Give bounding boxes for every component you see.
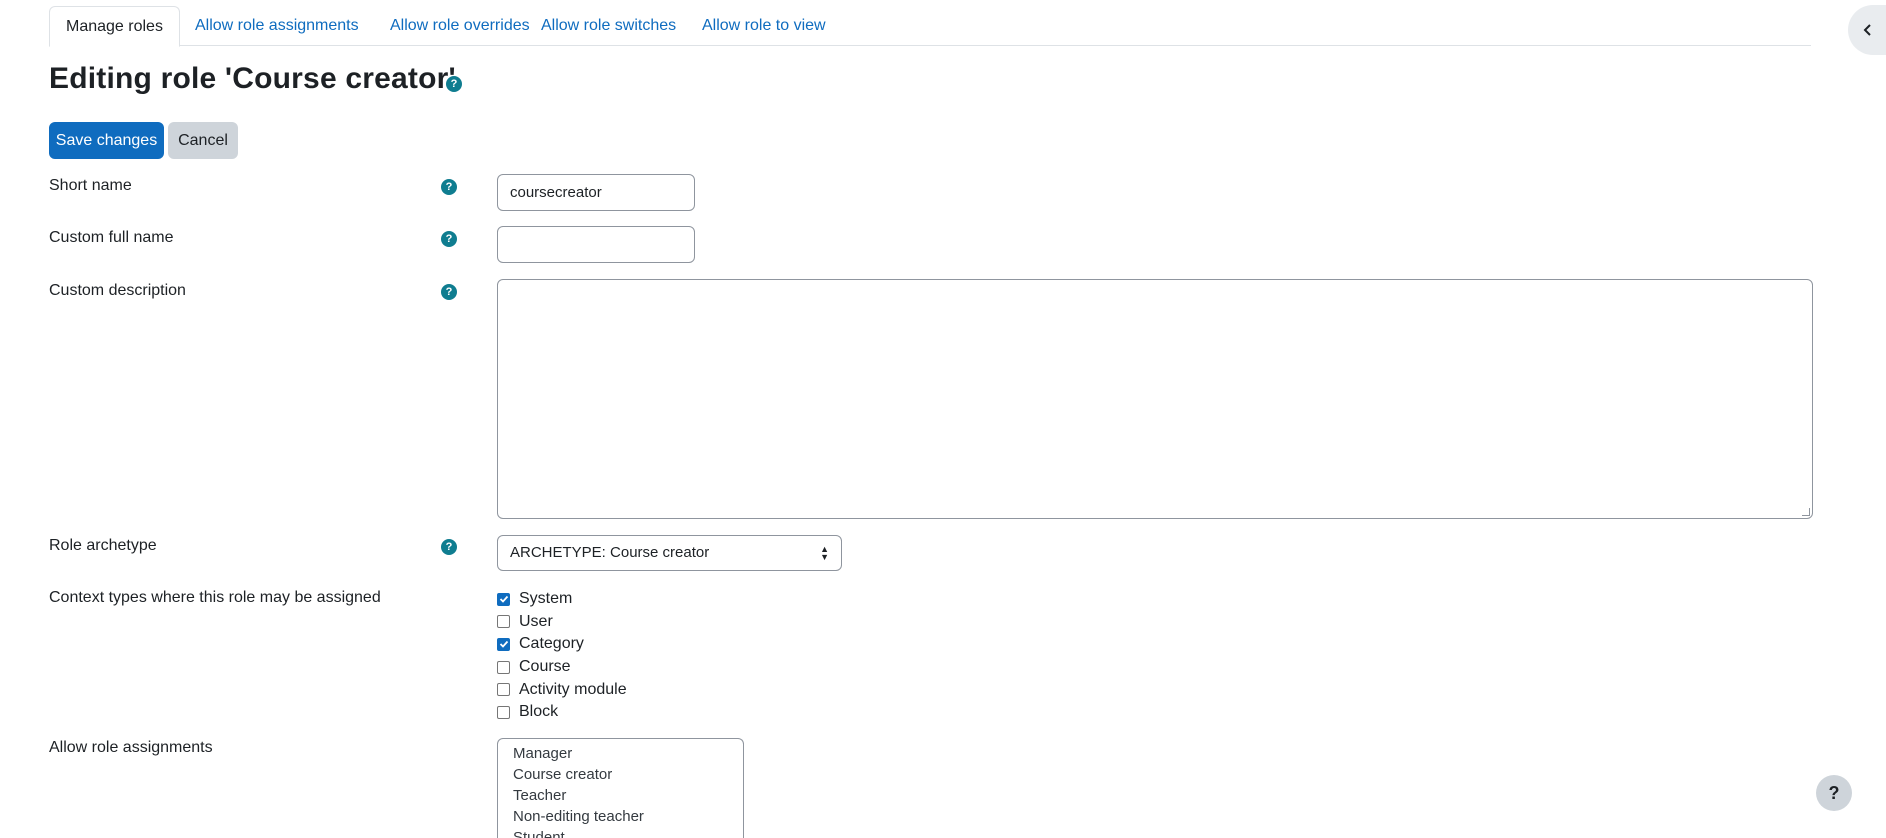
allow-role-assignments-listbox[interactable]: Manager Course creator Teacher Non-editi… xyxy=(497,738,744,838)
save-changes-button[interactable]: Save changes xyxy=(49,122,164,159)
chevron-left-icon xyxy=(1863,24,1871,36)
allow-role-assignments-label: Allow role assignments xyxy=(49,739,213,756)
checkbox-unchecked[interactable] xyxy=(497,705,510,719)
context-types-label: Context types where this role may be ass… xyxy=(49,589,381,606)
context-type-category[interactable]: Category xyxy=(497,633,627,656)
short-name-input[interactable]: coursecreator xyxy=(497,174,695,211)
context-type-label: Course xyxy=(519,658,571,676)
cancel-button[interactable]: Cancel xyxy=(168,122,238,159)
checkbox-unchecked[interactable] xyxy=(497,660,510,674)
checkbox-unchecked[interactable] xyxy=(497,683,510,697)
question-mark-icon[interactable]: ? xyxy=(441,179,457,195)
custom-full-name-input[interactable] xyxy=(497,226,695,263)
context-type-activity-module[interactable]: Activity module xyxy=(497,678,627,701)
context-type-label: Activity module xyxy=(519,680,627,698)
role-archetype-select[interactable]: ARCHETYPE: Course creator ▲ ▼ xyxy=(497,535,842,571)
list-option[interactable]: Student xyxy=(513,827,728,838)
help-fab-button[interactable]: ? xyxy=(1816,775,1852,811)
list-option[interactable]: Non-editing teacher xyxy=(513,806,728,827)
checkbox-unchecked[interactable] xyxy=(497,615,510,629)
sort-caret-icon: ▲ ▼ xyxy=(820,544,829,562)
custom-description-label: Custom description xyxy=(49,282,186,299)
tab-allow-role-to-view[interactable]: Allow role to view xyxy=(702,6,826,46)
question-mark-icon[interactable]: ? xyxy=(441,284,457,300)
custom-full-name-label: Custom full name xyxy=(49,229,174,246)
tab-allow-role-assignments[interactable]: Allow role assignments xyxy=(195,6,359,46)
context-type-system[interactable]: System xyxy=(497,588,627,611)
context-type-block[interactable]: Block xyxy=(497,701,627,724)
list-option[interactable]: Manager xyxy=(513,743,728,764)
page-title: Editing role 'Course creator' xyxy=(49,62,456,95)
question-mark-icon[interactable]: ? xyxy=(441,231,457,247)
checkbox-checked[interactable] xyxy=(497,592,510,606)
drawer-toggle-button[interactable] xyxy=(1848,5,1886,55)
context-type-label: Block xyxy=(519,703,559,721)
checkbox-checked[interactable] xyxy=(497,637,510,651)
context-type-label: Category xyxy=(519,635,584,653)
role-tabs: Manage roles Allow role assignments Allo… xyxy=(49,6,1811,47)
tab-manage-roles[interactable]: Manage roles xyxy=(49,6,180,47)
custom-description-textarea[interactable] xyxy=(497,279,1813,519)
context-type-label: System xyxy=(519,590,573,608)
question-mark-icon[interactable]: ? xyxy=(446,76,462,92)
context-type-label: User xyxy=(519,612,553,630)
tab-allow-role-overrides[interactable]: Allow role overrides xyxy=(390,6,530,46)
short-name-label: Short name xyxy=(49,177,132,194)
context-type-user[interactable]: User xyxy=(497,611,627,634)
edit-role-page: Manage roles Allow role assignments Allo… xyxy=(0,0,1886,838)
question-mark-icon[interactable]: ? xyxy=(441,539,457,555)
role-archetype-label: Role archetype xyxy=(49,537,157,554)
resize-handle[interactable] xyxy=(1802,508,1810,516)
context-types-checkboxes: System User Category Course Activity mod… xyxy=(497,588,627,724)
tab-allow-role-switches[interactable]: Allow role switches xyxy=(541,6,676,46)
list-option[interactable]: Course creator xyxy=(513,764,728,785)
role-archetype-selected: ARCHETYPE: Course creator xyxy=(510,544,710,561)
list-option[interactable]: Teacher xyxy=(513,785,728,806)
context-type-course[interactable]: Course xyxy=(497,656,627,679)
